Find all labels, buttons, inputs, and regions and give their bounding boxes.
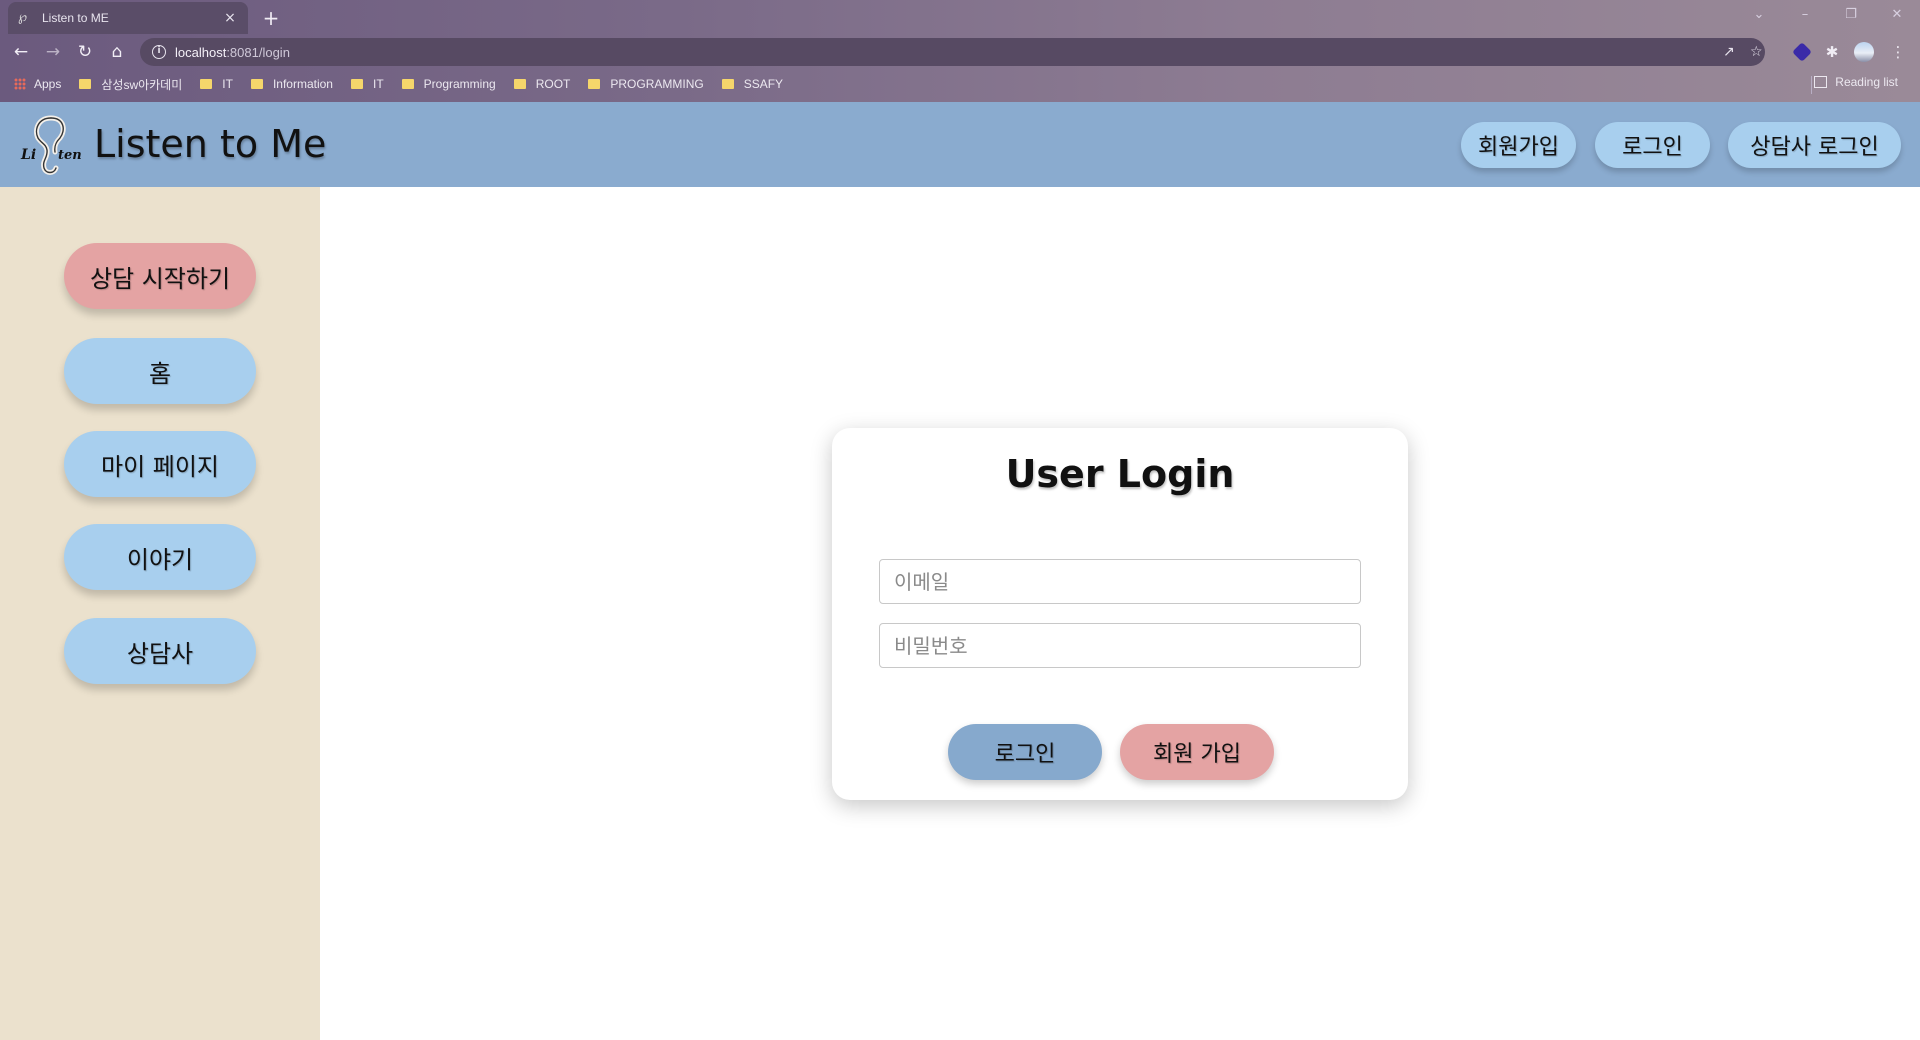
- logo-text-right: ten: [58, 148, 82, 163]
- login-card: User Login 로그인 회원 가입: [832, 428, 1408, 800]
- folder-icon: [79, 79, 92, 89]
- browser-chrome: ℘ Listen to ME × + ⌄ – ❐ ✕ ← → ↻ ⌂ i loc…: [0, 0, 1920, 102]
- folder-icon: [513, 79, 526, 89]
- sidebar-item-start-counseling[interactable]: 상담 시작하기: [64, 243, 256, 309]
- sidebar: 상담 시작하기 홈 마이 페이지 이야기 상담사: [0, 187, 320, 1040]
- folder-icon: [588, 79, 601, 89]
- folder-icon: [200, 79, 213, 89]
- bookmark-folder[interactable]: ROOT: [513, 77, 570, 91]
- restore-icon[interactable]: ❐: [1834, 4, 1868, 26]
- bookmark-folder[interactable]: IT: [200, 77, 233, 91]
- counselor-login-nav-button[interactable]: 상담사 로그인: [1728, 122, 1901, 168]
- browser-menu-icon[interactable]: ⋮: [1886, 40, 1910, 64]
- url-host: localhost: [175, 44, 227, 60]
- extension-badge-icon[interactable]: [1790, 40, 1814, 64]
- apps-grid-icon: [14, 78, 26, 90]
- bookmark-star-icon[interactable]: ☆: [1750, 38, 1763, 66]
- ear-logo-icon[interactable]: Li ten: [20, 112, 82, 178]
- login-nav-button[interactable]: 로그인: [1595, 122, 1710, 168]
- login-button[interactable]: 로그인: [948, 724, 1102, 780]
- ear-favicon-icon: ℘: [18, 10, 28, 25]
- bookmark-folder[interactable]: 삼성sw아카데미: [79, 76, 182, 93]
- new-tab-button[interactable]: +: [258, 5, 284, 31]
- forward-arrow-icon[interactable]: →: [40, 39, 66, 65]
- signup-button[interactable]: 회원 가입: [1120, 724, 1274, 780]
- browser-toolbar: ← → ↻ ⌂ i localhost:8081/login ↗ ☆ ✱ ⋮: [0, 36, 1920, 68]
- folder-icon: [721, 79, 734, 89]
- bookmark-folder[interactable]: Information: [250, 77, 333, 91]
- site-info-icon[interactable]: i: [152, 45, 166, 59]
- reading-list-icon: [1814, 76, 1828, 88]
- minimize-icon[interactable]: –: [1788, 4, 1822, 26]
- browser-tab[interactable]: ℘ Listen to ME ×: [8, 2, 248, 34]
- bookmark-folder[interactable]: Programming: [401, 77, 496, 91]
- brand-title[interactable]: Listen to Me: [94, 122, 326, 166]
- email-field[interactable]: [879, 559, 1361, 604]
- logo-text-left: Li: [20, 147, 36, 163]
- url-path: :8081/login: [226, 44, 290, 60]
- tab-close-icon[interactable]: ×: [222, 10, 238, 26]
- sidebar-item-my-page[interactable]: 마이 페이지: [64, 431, 256, 497]
- sidebar-item-home[interactable]: 홈: [64, 338, 256, 404]
- folder-icon: [350, 79, 363, 89]
- back-arrow-icon[interactable]: ←: [8, 39, 34, 65]
- sidebar-item-counselors[interactable]: 상담사: [64, 618, 256, 684]
- tab-strip: ℘ Listen to ME × + ⌄ – ❐ ✕: [0, 0, 1920, 34]
- bookmark-folder[interactable]: IT: [350, 77, 384, 91]
- folder-icon: [250, 79, 263, 89]
- bookmark-apps[interactable]: Apps: [14, 77, 61, 91]
- reload-icon[interactable]: ↻: [72, 39, 98, 65]
- bookmarks-bar: Apps 삼성sw아카데미 IT Information IT Programm…: [0, 70, 1920, 98]
- app-header: Li ten Listen to Me 회원가입 로그인 상담사 로그인: [0, 102, 1920, 187]
- address-bar[interactable]: i localhost:8081/login ↗ ☆: [140, 38, 1765, 66]
- profile-avatar-icon[interactable]: [1852, 40, 1876, 64]
- folder-icon: [401, 79, 414, 89]
- password-field[interactable]: [879, 623, 1361, 668]
- close-window-icon[interactable]: ✕: [1880, 4, 1914, 26]
- tab-title: Listen to ME: [42, 11, 109, 25]
- sidebar-item-stories[interactable]: 이야기: [64, 524, 256, 590]
- signup-nav-button[interactable]: 회원가입: [1461, 122, 1576, 168]
- login-title: User Login: [1005, 452, 1235, 496]
- extensions-puzzle-icon[interactable]: ✱: [1820, 40, 1844, 64]
- home-icon[interactable]: ⌂: [104, 39, 130, 65]
- share-icon[interactable]: ↗: [1723, 38, 1735, 66]
- bookmark-folder[interactable]: SSAFY: [721, 77, 783, 91]
- tab-search-icon[interactable]: ⌄: [1742, 4, 1776, 26]
- bookmarks-divider: [1811, 76, 1812, 94]
- reading-list-button[interactable]: Reading list: [1814, 75, 1898, 89]
- bookmark-folder[interactable]: PROGRAMMING: [588, 77, 704, 91]
